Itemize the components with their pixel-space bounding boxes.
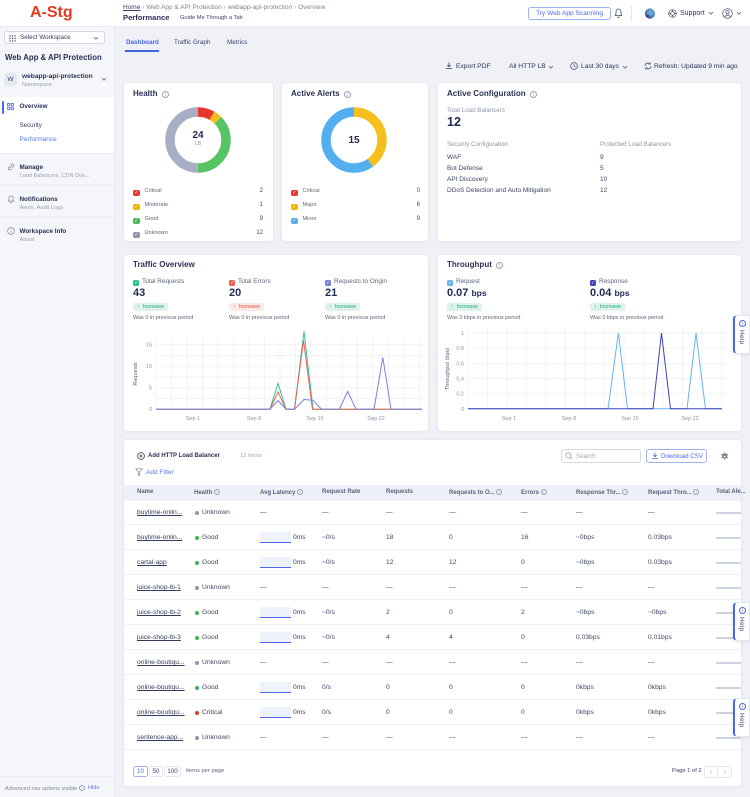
svg-text:Sep 22: Sep 22 <box>367 416 384 422</box>
svg-text:Sep 1: Sep 1 <box>186 416 200 422</box>
svg-text:Throughput (bps): Throughput (bps) <box>445 348 451 390</box>
svg-text:Sep 8: Sep 8 <box>562 416 576 422</box>
svg-text:Sep 22: Sep 22 <box>681 416 698 422</box>
svg-text:Requests: Requests <box>133 362 139 385</box>
svg-text:0.6: 0.6 <box>456 361 464 367</box>
svg-text:Sep 15: Sep 15 <box>621 416 638 422</box>
svg-text:Sep 1: Sep 1 <box>502 416 516 422</box>
svg-text:0.8: 0.8 <box>456 346 464 352</box>
svg-text:10: 10 <box>146 364 152 370</box>
svg-text:Sep 8: Sep 8 <box>247 416 261 422</box>
svg-text:0: 0 <box>461 407 464 413</box>
svg-text:5: 5 <box>149 386 152 392</box>
svg-text:0: 0 <box>149 407 152 413</box>
svg-text:15: 15 <box>146 343 152 349</box>
svg-text:Sep 15: Sep 15 <box>306 416 323 422</box>
svg-text:1: 1 <box>461 331 464 337</box>
svg-text:0.2: 0.2 <box>456 392 464 398</box>
svg-text:0.4: 0.4 <box>456 377 464 383</box>
